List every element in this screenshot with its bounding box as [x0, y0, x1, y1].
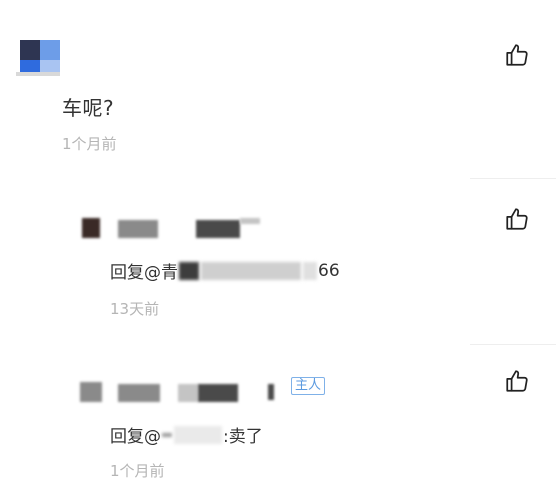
username-masked [118, 384, 160, 402]
thumbs-up-icon[interactable] [504, 42, 530, 68]
reply-suffix: :卖了 [223, 427, 263, 447]
reply-time: 1个月前 [110, 462, 165, 480]
masked-text [303, 261, 317, 280]
avatar-block [20, 40, 40, 60]
avatar-block [40, 40, 60, 60]
reply-text: 回复@青 66 [110, 258, 340, 284]
username-masked [196, 220, 240, 238]
owner-badge: 主人 [291, 377, 326, 395]
reply-prefix: 回复@ [110, 427, 161, 447]
avatar-shadow [16, 72, 60, 76]
reply-time: 13天前 [110, 300, 160, 318]
masked-text [162, 432, 172, 437]
comment-item: 车呢? 1个月前 [0, 0, 556, 178]
masked-text [201, 261, 301, 280]
avatar[interactable] [80, 382, 102, 402]
reply-suffix: 66 [318, 260, 340, 281]
masked-text [179, 261, 199, 280]
reply-item: 主人 回复@ :卖了 1个月前 [0, 344, 556, 489]
avatar[interactable] [16, 40, 60, 76]
thumbs-up-icon[interactable] [504, 368, 530, 394]
reply-item: 回复@青 66 13天前 [0, 178, 556, 344]
reply-text: 回复@ :卖了 [110, 422, 263, 447]
username-masked [268, 384, 274, 400]
thumbs-up-icon[interactable] [504, 206, 530, 232]
username-masked [178, 384, 198, 402]
username-masked [198, 384, 238, 402]
comment-text: 车呢? [62, 96, 115, 120]
masked-text [174, 425, 222, 444]
username-masked [118, 220, 158, 238]
reply-prefix: 回复@青 [110, 263, 178, 283]
comment-time: 1个月前 [62, 135, 117, 153]
avatar[interactable] [82, 218, 100, 238]
username-masked [240, 218, 260, 224]
